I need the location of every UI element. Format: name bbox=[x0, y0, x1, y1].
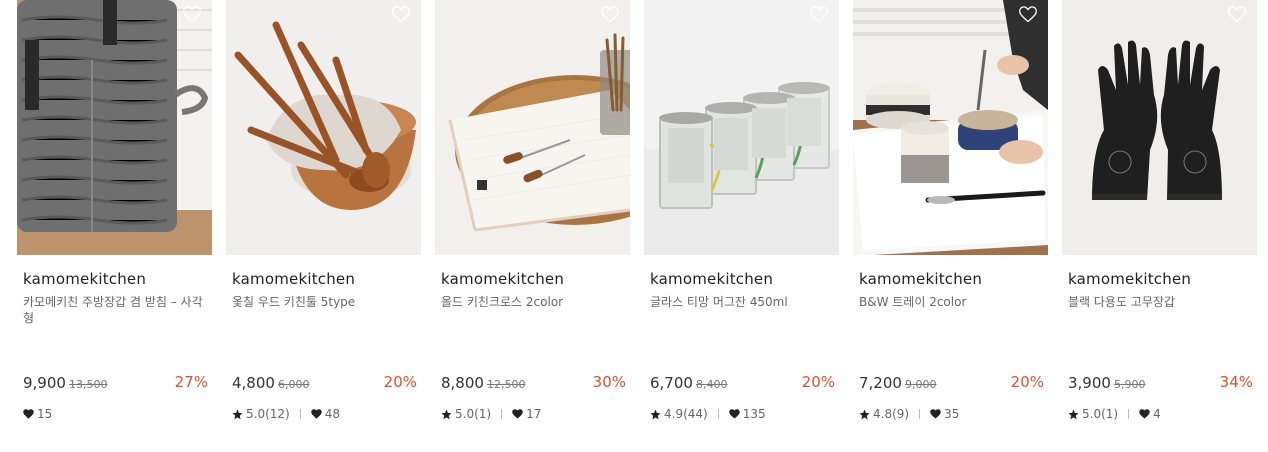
product-image[interactable] bbox=[226, 0, 421, 255]
product-name[interactable]: 블랙 다용도 고무장갑 bbox=[1068, 294, 1254, 310]
product-name[interactable]: 옻칠 우드 키친툴 5type bbox=[232, 294, 418, 310]
divider bbox=[717, 409, 719, 419]
product-card[interactable]: kamomekitchen 올드 키친크로스 2color 8,800 12,50… bbox=[435, 0, 630, 440]
star-icon bbox=[1068, 408, 1079, 419]
product-name[interactable]: B&W 트레이 2color bbox=[859, 294, 1045, 310]
product-image[interactable] bbox=[853, 0, 1048, 255]
brand-name[interactable]: kamomekitchen bbox=[23, 270, 146, 288]
brand-name[interactable]: kamomekitchen bbox=[650, 270, 773, 288]
product-meta: 5.0(12) 48 bbox=[232, 406, 340, 422]
discount-rate: 34% bbox=[1219, 373, 1253, 391]
price-row: 3,900 5,900 34% bbox=[1068, 373, 1253, 393]
like-count: 35 bbox=[944, 407, 960, 421]
product-name[interactable]: 올드 키친크로스 2color bbox=[441, 294, 627, 310]
product-meta: 5.0(1) 17 bbox=[441, 406, 541, 422]
like-count: 4 bbox=[1153, 407, 1161, 421]
sale-price: 4,800 bbox=[232, 374, 275, 392]
like-heart-icon bbox=[930, 409, 941, 419]
discount-rate: 30% bbox=[592, 373, 626, 391]
wishlist-heart-icon[interactable] bbox=[391, 4, 411, 24]
original-price: 13,500 bbox=[68, 378, 108, 391]
discount-rate: 20% bbox=[1010, 373, 1044, 391]
like-count: 135 bbox=[742, 407, 766, 421]
like-heart-icon bbox=[512, 409, 523, 419]
like-heart-icon bbox=[23, 409, 34, 419]
original-price: 8,400 bbox=[695, 378, 728, 391]
discount-rate: 27% bbox=[174, 373, 208, 391]
product-grid: kamomekitchen 카모메키친 주방장갑 겸 받침 – 사각형 9,90… bbox=[17, 0, 1259, 452]
original-price: 12,500 bbox=[486, 378, 526, 391]
sale-price: 6,700 bbox=[650, 374, 693, 392]
product-card[interactable]: kamomekitchen 옻칠 우드 키친툴 5type 4,800 6,000… bbox=[226, 0, 421, 440]
star-icon bbox=[859, 408, 870, 419]
price-row: 7,200 9,000 20% bbox=[859, 373, 1044, 393]
product-meta: 5.0(1) 4 bbox=[1068, 406, 1161, 422]
brand-name[interactable]: kamomekitchen bbox=[441, 270, 564, 288]
discount-rate: 20% bbox=[383, 373, 417, 391]
rating: 4.9(44) bbox=[664, 407, 708, 421]
like-count: 15 bbox=[37, 407, 53, 421]
product-card[interactable]: kamomekitchen B&W 트레이 2color 7,200 9,000 … bbox=[853, 0, 1048, 440]
brand-name[interactable]: kamomekitchen bbox=[1068, 270, 1191, 288]
rating: 5.0(1) bbox=[1082, 407, 1119, 421]
wishlist-heart-icon[interactable] bbox=[600, 4, 620, 24]
like-heart-icon bbox=[310, 409, 322, 419]
star-icon bbox=[232, 408, 243, 419]
brand-name[interactable]: kamomekitchen bbox=[859, 270, 982, 288]
original-price: 5,900 bbox=[1113, 378, 1146, 391]
like-count: 48 bbox=[324, 407, 340, 421]
rating: 4.8(9) bbox=[873, 407, 910, 421]
original-price: 9,000 bbox=[904, 378, 937, 391]
sale-price: 8,800 bbox=[441, 374, 484, 392]
divider bbox=[299, 409, 301, 419]
product-image[interactable] bbox=[435, 0, 630, 255]
rating: 5.0(12) bbox=[246, 407, 290, 421]
product-image[interactable] bbox=[644, 0, 839, 255]
product-card[interactable]: kamomekitchen 블랙 다용도 고무장갑 3,900 5,900 34%… bbox=[1062, 0, 1257, 440]
divider bbox=[501, 409, 503, 419]
divider bbox=[919, 409, 921, 419]
product-meta: 15 bbox=[23, 406, 52, 422]
sale-price: 9,900 bbox=[23, 374, 66, 392]
divider bbox=[1128, 409, 1130, 419]
price-row: 6,700 8,400 20% bbox=[650, 373, 835, 393]
wishlist-heart-icon[interactable] bbox=[1227, 4, 1247, 24]
star-icon bbox=[441, 408, 452, 419]
product-name[interactable]: 글라스 티망 머그잔 450ml bbox=[650, 294, 836, 310]
like-heart-icon bbox=[1139, 409, 1150, 419]
price-row: 4,800 6,000 20% bbox=[232, 373, 417, 393]
like-heart-icon bbox=[728, 409, 740, 419]
wishlist-heart-icon[interactable] bbox=[809, 4, 829, 24]
price-row: 9,900 13,500 27% bbox=[23, 373, 208, 393]
price-row: 8,800 12,500 30% bbox=[441, 373, 626, 393]
product-meta: 4.8(9) 35 bbox=[859, 406, 959, 422]
product-image[interactable] bbox=[1062, 0, 1257, 255]
product-image[interactable] bbox=[17, 0, 212, 255]
sale-price: 3,900 bbox=[1068, 374, 1111, 392]
product-card[interactable]: kamomekitchen 글라스 티망 머그잔 450ml 6,700 8,40… bbox=[644, 0, 839, 440]
product-meta: 4.9(44) 135 bbox=[650, 406, 766, 422]
star-icon bbox=[650, 408, 661, 419]
brand-name[interactable]: kamomekitchen bbox=[232, 270, 355, 288]
like-count: 17 bbox=[526, 407, 542, 421]
product-name[interactable]: 카모메키친 주방장갑 겸 받침 – 사각형 bbox=[23, 294, 209, 326]
wishlist-heart-icon[interactable] bbox=[182, 4, 202, 24]
wishlist-heart-icon[interactable] bbox=[1018, 4, 1038, 24]
rating: 5.0(1) bbox=[455, 407, 492, 421]
product-card[interactable]: kamomekitchen 카모메키친 주방장갑 겸 받침 – 사각형 9,90… bbox=[17, 0, 212, 440]
original-price: 6,000 bbox=[277, 378, 310, 391]
discount-rate: 20% bbox=[801, 373, 835, 391]
sale-price: 7,200 bbox=[859, 374, 902, 392]
